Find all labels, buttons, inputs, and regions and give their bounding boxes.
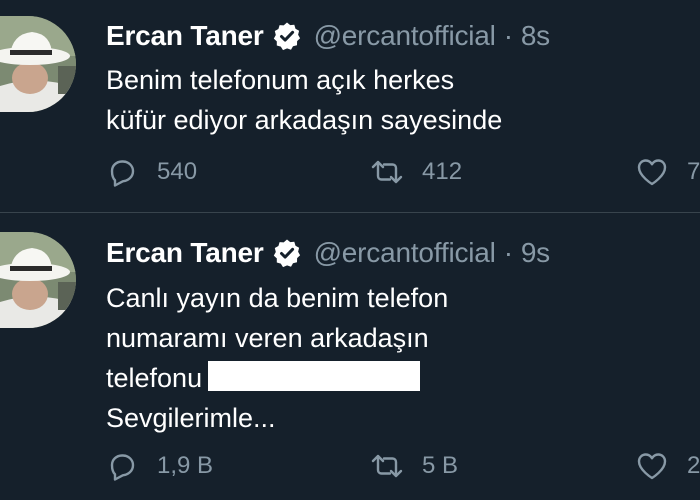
avatar[interactable] xyxy=(0,16,76,112)
tweet-text-fragment: telefonu xyxy=(106,363,203,393)
timestamp[interactable]: 8s xyxy=(521,20,550,52)
reply-count: 1,9 B xyxy=(157,452,214,479)
retweet-count: 412 xyxy=(422,158,463,185)
tweet-text-line: Benim telefonum açık herkes xyxy=(106,65,455,95)
tweet-text-line: Sevgilerimle... xyxy=(106,403,276,433)
like-count: 22 xyxy=(687,452,700,479)
reply-icon xyxy=(110,160,135,187)
reply-icon xyxy=(110,454,135,481)
like-count: 7 xyxy=(687,158,700,185)
like-button[interactable]: 22 xyxy=(635,446,700,486)
tweet-actions: 1,9 B 5 B 22 xyxy=(0,446,700,486)
reply-count: 540 xyxy=(157,158,198,185)
retweet-icon xyxy=(371,160,403,184)
tweet-text-line: numaramı veren arkadaşın xyxy=(106,323,429,353)
avatar[interactable] xyxy=(0,232,76,328)
tweet-header: Ercan Taner @ercantofficial · 8s xyxy=(106,18,550,54)
tweet-text-line-redacted: telefonu xyxy=(106,358,666,398)
reply-button[interactable]: 540 xyxy=(105,152,197,192)
retweet-icon xyxy=(371,454,403,478)
tweet[interactable]: Ercan Taner @ercantofficial · 8s Benim t… xyxy=(0,0,700,212)
verified-badge-icon xyxy=(272,21,302,51)
author-name[interactable]: Ercan Taner xyxy=(106,237,264,269)
redaction-box xyxy=(208,361,421,391)
separator-dot: · xyxy=(503,237,513,268)
author-name[interactable]: Ercan Taner xyxy=(106,20,264,52)
timestamp[interactable]: 9s xyxy=(521,237,550,269)
tweet-header: Ercan Taner @ercantofficial · 9s xyxy=(106,235,550,271)
reply-button[interactable]: 1,9 B xyxy=(105,446,213,486)
like-icon xyxy=(637,159,667,186)
like-icon xyxy=(637,453,667,480)
separator-dot: · xyxy=(503,20,513,51)
tweet-text: Benim telefonum açık herkes küfür ediyor… xyxy=(106,60,666,140)
retweet-button[interactable]: 5 B xyxy=(370,446,458,486)
retweet-button[interactable]: 412 xyxy=(370,152,462,192)
tweet-text: Canlı yayın da benim telefon numaramı ve… xyxy=(106,278,666,438)
author-handle[interactable]: @ercantofficial xyxy=(314,20,496,52)
author-handle[interactable]: @ercantofficial xyxy=(314,237,496,269)
tweet-text-line: Canlı yayın da benim telefon xyxy=(106,283,449,313)
like-button[interactable]: 7 xyxy=(635,152,700,192)
retweet-count: 5 B xyxy=(422,452,459,479)
verified-badge-icon xyxy=(272,238,302,268)
tweet-actions: 540 412 7 xyxy=(0,152,700,192)
tweet-text-line: küfür ediyor arkadaşın sayesinde xyxy=(106,105,503,135)
tweet[interactable]: Ercan Taner @ercantofficial · 9s Canlı y… xyxy=(0,213,700,500)
